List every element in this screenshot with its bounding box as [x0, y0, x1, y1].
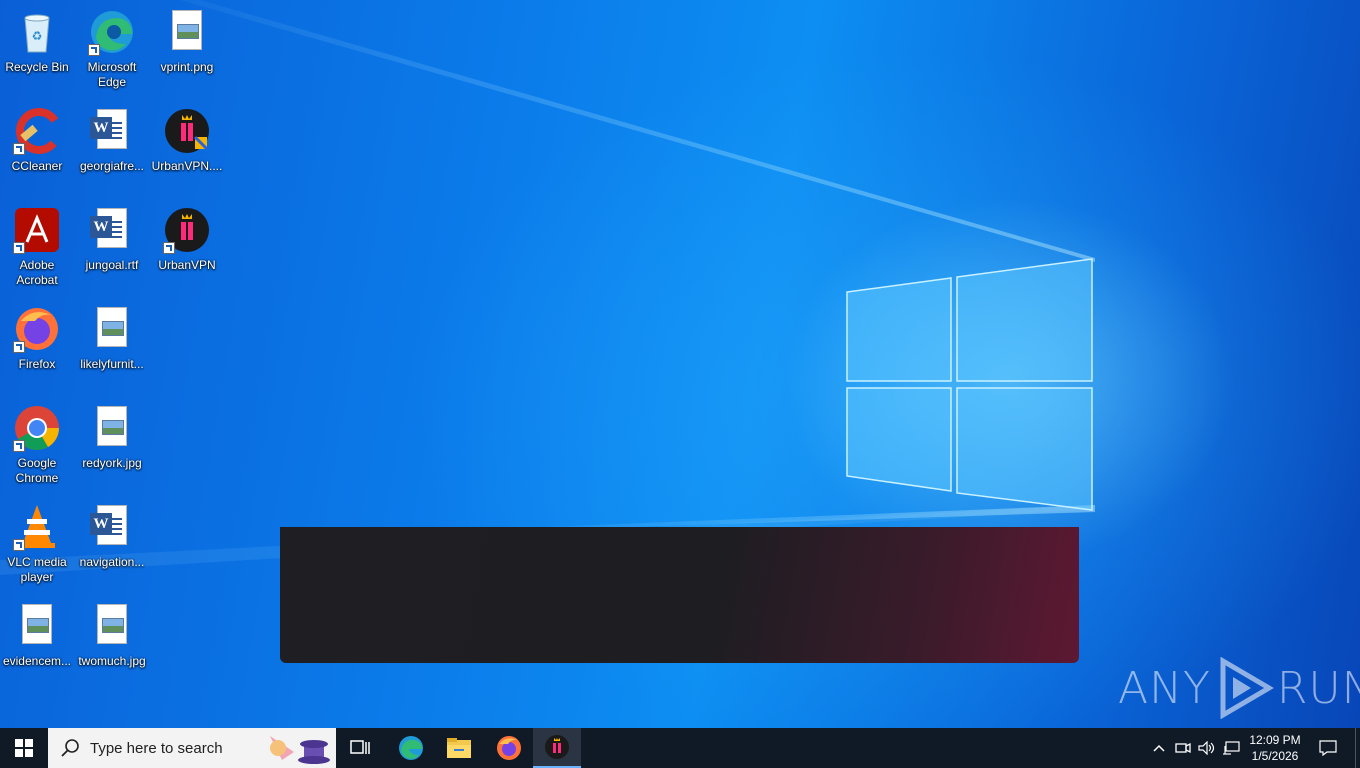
desktop-icon-label: redyork.jpg — [82, 456, 142, 470]
urbanvpn-window[interactable] — [280, 527, 1079, 663]
edge-icon — [399, 736, 423, 760]
desktop-icon-vprint[interactable]: vprint.png — [150, 2, 224, 94]
notification-icon — [1319, 740, 1337, 756]
desktop-icon-label: vprint.png — [160, 60, 214, 74]
desktop-icon-label: evidencem... — [2, 654, 72, 668]
urbanvpn-icon — [545, 735, 569, 759]
taskbar: Type here to search 12:09 PM 1/5/2026 — [0, 728, 1360, 768]
desktop-icon-urbanvpn-installer[interactable]: UrbanVPN.... — [150, 101, 224, 193]
desktop-icon-label: Firefox — [18, 357, 56, 371]
desktop-icon-label: Google Chrome — [15, 456, 59, 485]
clock-date: 1/5/2026 — [1251, 749, 1299, 763]
svg-text:♻: ♻ — [32, 29, 43, 43]
taskbar-file-explorer[interactable] — [435, 728, 483, 768]
taskbar-firefox[interactable] — [485, 728, 533, 768]
firefox-icon — [497, 736, 521, 760]
image-file-icon — [88, 602, 136, 650]
desktop-icon-jungoal[interactable]: W jungoal.rtf — [75, 200, 149, 292]
desktop-icon-label: twomuch.jpg — [78, 654, 146, 668]
watermark-text-right: RUN — [1276, 662, 1360, 714]
tray-clock[interactable]: 12:09 PM 1/5/2026 — [1246, 728, 1304, 768]
network-icon — [1223, 741, 1240, 755]
shortcut-arrow-icon — [163, 242, 175, 254]
urbanvpn-icon — [163, 206, 211, 254]
desktop-icon-label: Microsoft Edge — [87, 60, 137, 89]
desktop-icon-evidencem[interactable]: evidencem... — [0, 596, 74, 688]
shortcut-arrow-icon — [13, 440, 25, 452]
desktop-icon-firefox[interactable]: Firefox — [0, 299, 74, 391]
word-document-icon: W — [88, 206, 136, 254]
desktop-icon-redyork[interactable]: redyork.jpg — [75, 398, 149, 490]
search-placeholder: Type here to search — [90, 739, 223, 757]
watermark-text-left: ANY — [1118, 662, 1211, 714]
desktop: ♻ Recycle Bin CCleaner Adobe Acrobat Fir… — [0, 0, 1360, 728]
acrobat-icon — [13, 206, 61, 254]
file-explorer-icon — [447, 738, 471, 758]
tray-network[interactable] — [1220, 728, 1242, 768]
taskbar-urbanvpn-active[interactable] — [533, 728, 581, 768]
desktop-icon-label: Recycle Bin — [5, 60, 69, 74]
play-logo-icon — [1220, 657, 1274, 719]
desktop-icon-label: georgiafre... — [79, 159, 145, 173]
word-document-icon: W — [88, 107, 136, 155]
desktop-icon-ccleaner[interactable]: CCleaner — [0, 101, 74, 193]
shortcut-arrow-icon — [13, 539, 25, 551]
recycle-bin-icon: ♻ — [13, 8, 61, 56]
camera-icon — [1175, 742, 1191, 754]
desktop-icon-label: VLC media player — [7, 555, 67, 584]
desktop-icon-google-chrome[interactable]: Google Chrome — [0, 398, 74, 490]
desktop-icon-label: CCleaner — [11, 159, 63, 173]
desktop-icon-label: likelyfurnit... — [80, 357, 144, 371]
urbanvpn-installer-icon — [163, 107, 211, 155]
desktop-icon-microsoft-edge[interactable]: Microsoft Edge — [75, 2, 149, 94]
desktop-icon-label: Adobe Acrobat — [16, 258, 58, 287]
image-file-icon — [88, 404, 136, 452]
edge-icon — [88, 8, 136, 56]
desktop-icon-urbanvpn[interactable]: UrbanVPN — [150, 200, 224, 292]
image-file-icon — [88, 305, 136, 353]
chrome-icon — [13, 404, 61, 452]
task-view-icon — [350, 740, 370, 754]
desktop-icon-label: UrbanVPN.... — [151, 159, 223, 173]
word-document-icon: W — [88, 503, 136, 551]
shortcut-arrow-icon — [13, 242, 25, 254]
desktop-icon-label: navigation... — [79, 555, 145, 569]
task-view-button[interactable] — [337, 728, 383, 768]
desktop-icon-recycle-bin[interactable]: ♻ Recycle Bin — [0, 2, 74, 94]
desktop-icon-twomuch[interactable]: twomuch.jpg — [75, 596, 149, 688]
firefox-icon — [13, 305, 61, 353]
tray-volume[interactable] — [1196, 728, 1218, 768]
desktop-icon-vlc[interactable]: VLC media player — [0, 497, 74, 589]
ccleaner-icon — [13, 107, 62, 155]
search-icon — [61, 739, 79, 757]
search-highlight-illustration-icon — [270, 736, 330, 764]
show-desktop-button[interactable] — [1355, 728, 1360, 768]
shortcut-arrow-icon — [13, 143, 25, 155]
vlc-icon — [13, 503, 61, 551]
chevron-up-icon — [1153, 744, 1165, 752]
desktop-icon-georgiafre[interactable]: W georgiafre... — [75, 101, 149, 193]
image-file-icon — [13, 602, 61, 650]
windows-start-icon — [15, 739, 33, 757]
taskbar-edge[interactable] — [387, 728, 435, 768]
show-hidden-icons-button[interactable] — [1148, 728, 1170, 768]
anyrun-watermark: ANY RUN — [1118, 656, 1360, 720]
desktop-icon-likelyfurnit[interactable]: likelyfurnit... — [75, 299, 149, 391]
shortcut-arrow-icon — [13, 341, 25, 353]
desktop-icon-adobe-acrobat[interactable]: Adobe Acrobat — [0, 200, 74, 292]
shortcut-arrow-icon — [88, 44, 100, 56]
desktop-icon-label: jungoal.rtf — [85, 258, 139, 272]
desktop-icon-label: UrbanVPN — [158, 258, 216, 272]
speaker-icon — [1198, 741, 1215, 755]
start-button[interactable] — [0, 728, 48, 768]
image-file-icon — [163, 8, 211, 56]
taskbar-search-box[interactable]: Type here to search — [48, 728, 336, 768]
desktop-icon-navigation[interactable]: W navigation... — [75, 497, 149, 589]
action-center-button[interactable] — [1308, 728, 1348, 768]
tray-meet-now[interactable] — [1172, 728, 1194, 768]
clock-time: 12:09 PM — [1249, 733, 1301, 747]
